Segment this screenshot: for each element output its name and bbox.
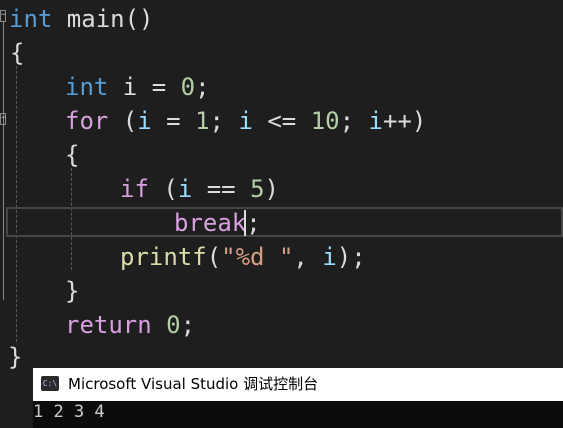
token: main(): [52, 5, 154, 33]
token: ;: [195, 73, 210, 101]
code-line-11: }: [8, 340, 22, 374]
token: <=: [252, 107, 311, 135]
token: ;: [209, 107, 239, 135]
token: (: [108, 107, 138, 135]
token: int: [9, 5, 53, 33]
token: int: [65, 73, 109, 101]
token: ,: [293, 243, 323, 271]
code-line-3: int i = 0;: [65, 70, 210, 104]
token: ;: [180, 311, 196, 339]
code-line-4: for (i = 1; i <= 10; i++): [65, 104, 426, 138]
token: ==: [192, 175, 251, 203]
token: ): [264, 175, 279, 203]
token: return: [65, 311, 152, 339]
token: ;: [339, 107, 369, 135]
console-title: Microsoft Visual Studio 调试控制台: [68, 375, 319, 393]
token: (: [148, 175, 178, 203]
code-line-10: return 0;: [65, 308, 195, 342]
token: "%d ": [221, 243, 294, 271]
fold-line-for: [3, 125, 4, 295]
console-titlebar[interactable]: C:\ Microsoft Visual Studio 调试控制台: [33, 368, 563, 401]
token: break: [174, 209, 247, 237]
token: 10: [310, 107, 340, 135]
code-line-9: }: [65, 274, 79, 308]
token: =: [151, 107, 196, 135]
token: i: [238, 107, 253, 135]
token: }: [8, 343, 23, 371]
token: ++): [382, 107, 427, 135]
token: 1: [195, 107, 210, 135]
fold-toggle-for[interactable]: −: [0, 113, 6, 125]
code-editor[interactable]: − − int main() { int i = 0; for (i = 1; …: [0, 0, 563, 371]
code-line-2: {: [10, 36, 24, 70]
token: 5: [250, 175, 265, 203]
code-line-7: break;: [174, 206, 261, 240]
token: i: [322, 243, 337, 271]
token: ;: [246, 209, 261, 237]
code-line-1: int main(): [9, 2, 154, 36]
code-line-5: {: [65, 138, 79, 172]
token: i =: [108, 73, 181, 101]
token: (: [206, 243, 222, 271]
token: i: [137, 107, 152, 135]
token: 0: [180, 73, 196, 101]
token: if: [120, 175, 149, 203]
token: {: [65, 141, 80, 169]
token: }: [65, 277, 80, 305]
debug-console-window[interactable]: C:\ Microsoft Visual Studio 调试控制台 1 2 3 …: [33, 368, 563, 428]
token: 0: [166, 311, 181, 339]
token: i: [368, 107, 383, 135]
token: {: [10, 39, 25, 67]
console-output-line: 1 2 3 4: [33, 402, 105, 422]
code-line-6: if (i == 5): [120, 172, 279, 206]
code-line-8: printf("%d ", i);: [120, 240, 366, 274]
current-line-highlight: [6, 207, 563, 237]
fold-toggle-main[interactable]: −: [0, 10, 6, 22]
token: );: [336, 243, 366, 271]
token: for: [65, 107, 109, 135]
fold-gutter: − −: [0, 0, 8, 368]
token: i: [177, 175, 193, 203]
console-app-icon: C:\: [41, 376, 59, 391]
text-cursor: [244, 210, 246, 236]
indent-guide: [16, 66, 17, 342]
token: printf: [120, 243, 207, 271]
